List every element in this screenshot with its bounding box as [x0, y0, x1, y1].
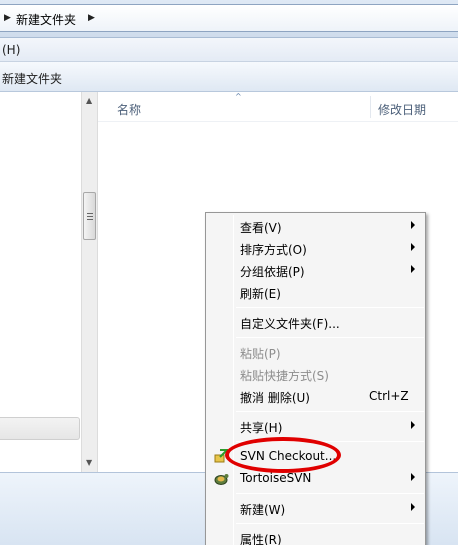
- menu-item-refresh[interactable]: 刷新(E): [208, 281, 423, 303]
- submenu-arrow-icon: [411, 221, 415, 229]
- menu-item-help[interactable]: (H): [2, 43, 20, 57]
- scroll-up-arrow-icon[interactable]: ▲: [86, 96, 92, 105]
- scroll-down-arrow-icon[interactable]: ▼: [86, 458, 92, 467]
- menu-item-undo-shortcut: Ctrl+Z: [369, 389, 409, 403]
- menu-item-paste-shortcut-label: 粘贴快捷方式(S): [240, 369, 329, 383]
- breadcrumb[interactable]: ▶ 新建文件夹 ▶: [0, 4, 458, 32]
- breadcrumb-chevron-icon[interactable]: ▶: [4, 13, 11, 23]
- menu-item-undo-delete[interactable]: 撤消 删除(U) Ctrl+Z: [208, 385, 423, 407]
- menu-item-customize-folder[interactable]: 自定义文件夹(F)...: [208, 311, 423, 333]
- breadcrumb-dropdown-chevron-icon[interactable]: ▶: [88, 13, 95, 23]
- menu-item-sort-by[interactable]: 排序方式(O): [208, 237, 423, 259]
- navigation-pane: [0, 92, 82, 472]
- menu-item-view[interactable]: 查看(V): [208, 215, 423, 237]
- menu-item-group-by-label: 分组依据(P): [240, 265, 305, 279]
- column-header-row: ^ 名称 修改日期: [98, 92, 458, 122]
- menu-item-undo-delete-label: 撤消 删除(U): [240, 391, 310, 405]
- menu-item-sort-by-label: 排序方式(O): [240, 243, 307, 257]
- submenu-arrow-icon: [411, 473, 415, 481]
- submenu-arrow-icon: [411, 503, 415, 511]
- toolbar: 新建文件夹: [0, 62, 458, 92]
- sort-caret-icon: ^: [235, 92, 242, 101]
- menu-item-refresh-label: 刷新(E): [240, 287, 281, 301]
- column-header-date-modified[interactable]: 修改日期: [378, 101, 426, 118]
- navigation-pane-selected-item[interactable]: [0, 417, 80, 440]
- menu-separator: [236, 337, 424, 338]
- menu-item-new[interactable]: 新建(W): [208, 497, 423, 519]
- submenu-arrow-icon: [411, 243, 415, 251]
- menu-bar: (H): [0, 38, 458, 62]
- scrollbar-thumb[interactable]: [83, 192, 96, 240]
- tortoise-svn-icon: [214, 474, 229, 485]
- menu-separator: [236, 493, 424, 494]
- menu-item-tortoise-svn-label: TortoiseSVN: [240, 471, 312, 485]
- menu-separator: [236, 411, 424, 412]
- address-bar: ▶ 新建文件夹 ▶: [0, 0, 458, 38]
- column-header-name[interactable]: 名称: [117, 101, 141, 118]
- navigation-pane-scrollbar[interactable]: ▲ ▼: [81, 92, 98, 472]
- menu-item-paste-label: 粘贴(P): [240, 347, 281, 361]
- menu-separator: [236, 307, 424, 308]
- menu-item-properties-label: 属性(R): [240, 533, 282, 545]
- breadcrumb-current-folder[interactable]: 新建文件夹: [16, 11, 76, 28]
- menu-item-properties[interactable]: 属性(R): [208, 527, 423, 545]
- menu-item-share[interactable]: 共享(H): [208, 415, 423, 437]
- menu-item-tortoise-svn[interactable]: TortoiseSVN: [208, 467, 423, 489]
- menu-item-view-label: 查看(V): [240, 221, 282, 235]
- submenu-arrow-icon: [411, 421, 415, 429]
- menu-item-paste-shortcut[interactable]: 粘贴快捷方式(S): [208, 363, 423, 385]
- highlight-oval-annotation: [225, 437, 341, 473]
- folder-title: 新建文件夹: [2, 72, 63, 86]
- menu-item-share-label: 共享(H): [240, 421, 283, 435]
- menu-item-new-label: 新建(W): [240, 503, 286, 517]
- menu-item-customize-folder-label: 自定义文件夹(F)...: [240, 317, 340, 331]
- menu-item-group-by[interactable]: 分组依据(P): [208, 259, 423, 281]
- menu-item-paste[interactable]: 粘贴(P): [208, 341, 423, 363]
- context-menu: 查看(V) 排序方式(O) 分组依据(P) 刷新(E) 自定义文件夹(F)...…: [205, 212, 426, 545]
- submenu-arrow-icon: [411, 265, 415, 273]
- column-divider[interactable]: [370, 96, 371, 118]
- menu-separator: [236, 523, 424, 524]
